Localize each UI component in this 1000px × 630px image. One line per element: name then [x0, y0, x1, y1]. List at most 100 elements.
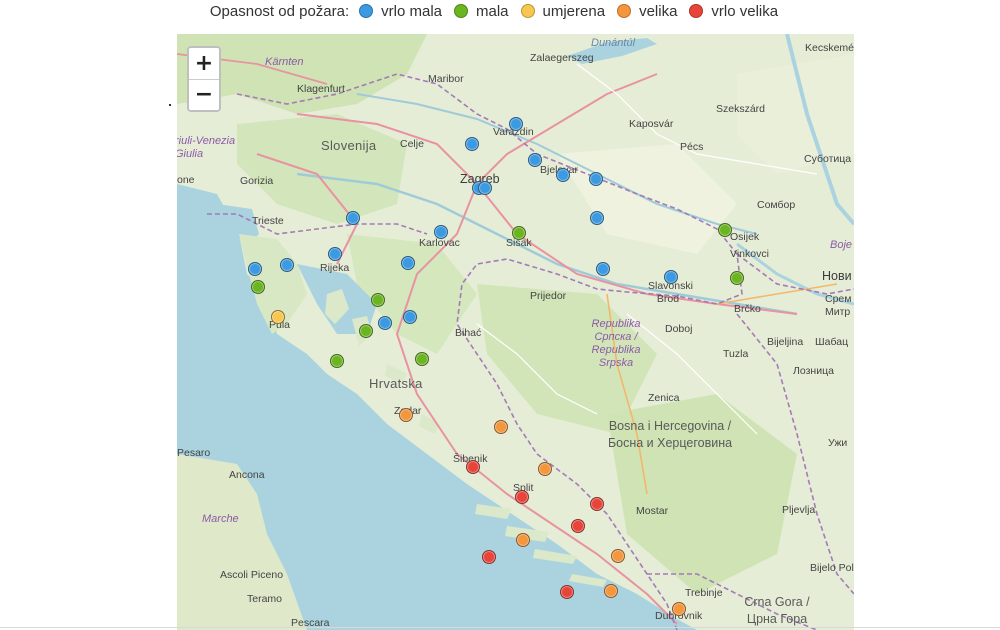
map-label-celje: Celje	[400, 138, 424, 150]
map-label-ancona: Ancona	[229, 469, 265, 481]
station-marker-very-low[interactable]	[590, 211, 604, 225]
map-label-one: one	[177, 174, 195, 186]
map-label-trebinje: Trebinje	[685, 587, 723, 599]
map-label-osijek: Osijek	[730, 231, 760, 243]
map-label-sombor: Сомбор	[757, 199, 796, 211]
legend-label-low: mala	[476, 2, 509, 20]
station-marker-very-high[interactable]	[590, 497, 604, 511]
stray-dot	[169, 104, 171, 106]
legend-item-very-low: vrlo mala	[359, 3, 442, 20]
station-marker-very-high[interactable]	[482, 550, 496, 564]
map-label-boje: Boje	[830, 239, 853, 251]
station-marker-very-high[interactable]	[560, 585, 574, 599]
map-label-hrvatska: Hrvatska	[369, 376, 423, 391]
page-bottom-border	[0, 627, 1000, 628]
fire-danger-map[interactable]: Dunántúl Kärnten Klagenfurt Maribor Zala…	[177, 34, 854, 630]
map-label-zenica: Zenica	[648, 392, 680, 404]
station-marker-very-low[interactable]	[596, 262, 610, 276]
map-label-slovenija: Slovenija	[321, 138, 377, 153]
station-marker-high[interactable]	[604, 584, 618, 598]
station-marker-low[interactable]	[718, 223, 732, 237]
map-label-slavonski: Slavonski Brod	[648, 280, 693, 305]
station-marker-low[interactable]	[251, 280, 265, 294]
station-marker-high[interactable]	[611, 549, 625, 563]
station-marker-low[interactable]	[512, 226, 526, 240]
legend-item-high: velika	[617, 3, 677, 20]
station-marker-low[interactable]	[359, 324, 373, 338]
map-label-uzi: Ужи	[828, 437, 848, 449]
station-marker-very-low[interactable]	[401, 256, 415, 270]
station-marker-very-low[interactable]	[509, 117, 523, 131]
map-label-maribor: Maribor	[428, 73, 464, 85]
legend-title: Opasnost od požara:	[209, 2, 350, 20]
station-marker-high[interactable]	[516, 533, 530, 547]
map-label-loznica: Лозница	[793, 365, 834, 377]
station-marker-low[interactable]	[730, 271, 744, 285]
map-label-srem: Срем Митр	[825, 293, 852, 318]
map-label-friuli: riuli-Venezia Giulia	[177, 135, 236, 160]
station-marker-very-low[interactable]	[280, 258, 294, 272]
legend-label-moderate: umjerena	[542, 2, 606, 20]
map-label-bih: Bosna i Hercegovina / Босна и Херцеговин…	[607, 419, 733, 450]
legend-label-very-high: vrlo velika	[711, 2, 779, 20]
map-label-pecs: Pécs	[680, 141, 704, 153]
map-label-klagenfurt: Klagenfurt	[297, 83, 345, 95]
map-label-gorizia: Gorizia	[240, 175, 274, 187]
map-label-crnagora: Crna Gora / Црна Гора	[744, 595, 810, 626]
map-label-doboj: Doboj	[665, 323, 693, 335]
legend-dot-moderate-icon	[520, 4, 535, 18]
map-label-brcko: Brčko	[734, 303, 761, 315]
zoom-control: + −	[187, 46, 221, 112]
station-marker-very-high[interactable]	[571, 519, 585, 533]
legend-dot-high-icon	[617, 4, 632, 18]
map-label-kaposvar: Kaposvár	[629, 118, 674, 130]
map-label-rijeka: Rijeka	[320, 262, 350, 274]
map-label-kecskemet: Kecskemé	[805, 42, 854, 54]
station-marker-low[interactable]	[415, 352, 429, 366]
map-label-marche: Marche	[202, 513, 239, 525]
map-label-pesaro: Pesaro	[177, 447, 211, 459]
legend-label-high: velika	[639, 2, 678, 20]
station-marker-very-low[interactable]	[248, 262, 262, 276]
station-marker-very-low[interactable]	[528, 153, 542, 167]
station-marker-high[interactable]	[494, 420, 508, 434]
map-label-zalaegerszeg: Zalaegerszeg	[530, 52, 594, 64]
map-label-karnten: Kärnten	[265, 56, 304, 68]
station-marker-very-low[interactable]	[465, 137, 479, 151]
station-marker-very-low[interactable]	[478, 181, 492, 195]
station-marker-very-high[interactable]	[466, 460, 480, 474]
station-marker-high[interactable]	[672, 602, 686, 616]
legend-item-moderate: umjerena	[520, 2, 606, 20]
station-marker-very-low[interactable]	[664, 270, 678, 284]
station-marker-very-low[interactable]	[346, 211, 360, 225]
station-marker-low[interactable]	[330, 354, 344, 368]
map-label-ascoli: Ascoli Piceno	[220, 569, 284, 581]
map-label-teramo: Teramo	[247, 593, 283, 605]
fire-danger-legend: Opasnost od požara: vrlo mala mala umjer…	[0, 0, 1000, 22]
zoom-out-button[interactable]: −	[189, 78, 219, 110]
zoom-in-button[interactable]: +	[189, 48, 219, 79]
station-marker-moderate[interactable]	[271, 310, 285, 324]
station-marker-high[interactable]	[538, 462, 552, 476]
map-label-sabac: Шабац	[815, 336, 849, 348]
station-marker-very-low[interactable]	[378, 316, 392, 330]
legend-dot-very-low-icon	[359, 4, 374, 18]
map-label-tuzla: Tuzla	[723, 348, 749, 360]
legend-item-very-high: vrlo velika	[689, 3, 778, 20]
station-marker-very-low[interactable]	[403, 310, 417, 324]
map-label-trieste: Trieste	[252, 215, 284, 227]
station-marker-very-low[interactable]	[434, 225, 448, 239]
station-marker-very-low[interactable]	[328, 247, 342, 261]
legend-dot-very-high-icon	[689, 4, 704, 18]
station-marker-very-low[interactable]	[556, 168, 570, 182]
map-label-vinkovci: Vinkovci	[730, 248, 769, 260]
map-label-prijedor: Prijedor	[530, 290, 567, 302]
station-marker-very-low[interactable]	[589, 172, 603, 186]
map-label-szekszard: Szekszárd	[716, 103, 766, 115]
station-marker-low[interactable]	[371, 293, 385, 307]
station-marker-very-high[interactable]	[515, 490, 529, 504]
map-label-subotica: Суботица	[804, 153, 852, 165]
station-marker-high[interactable]	[399, 408, 413, 422]
legend-label-very-low: vrlo mala	[381, 2, 442, 20]
map-label-republika: Republika Српска / Republika Srpska	[591, 318, 641, 369]
